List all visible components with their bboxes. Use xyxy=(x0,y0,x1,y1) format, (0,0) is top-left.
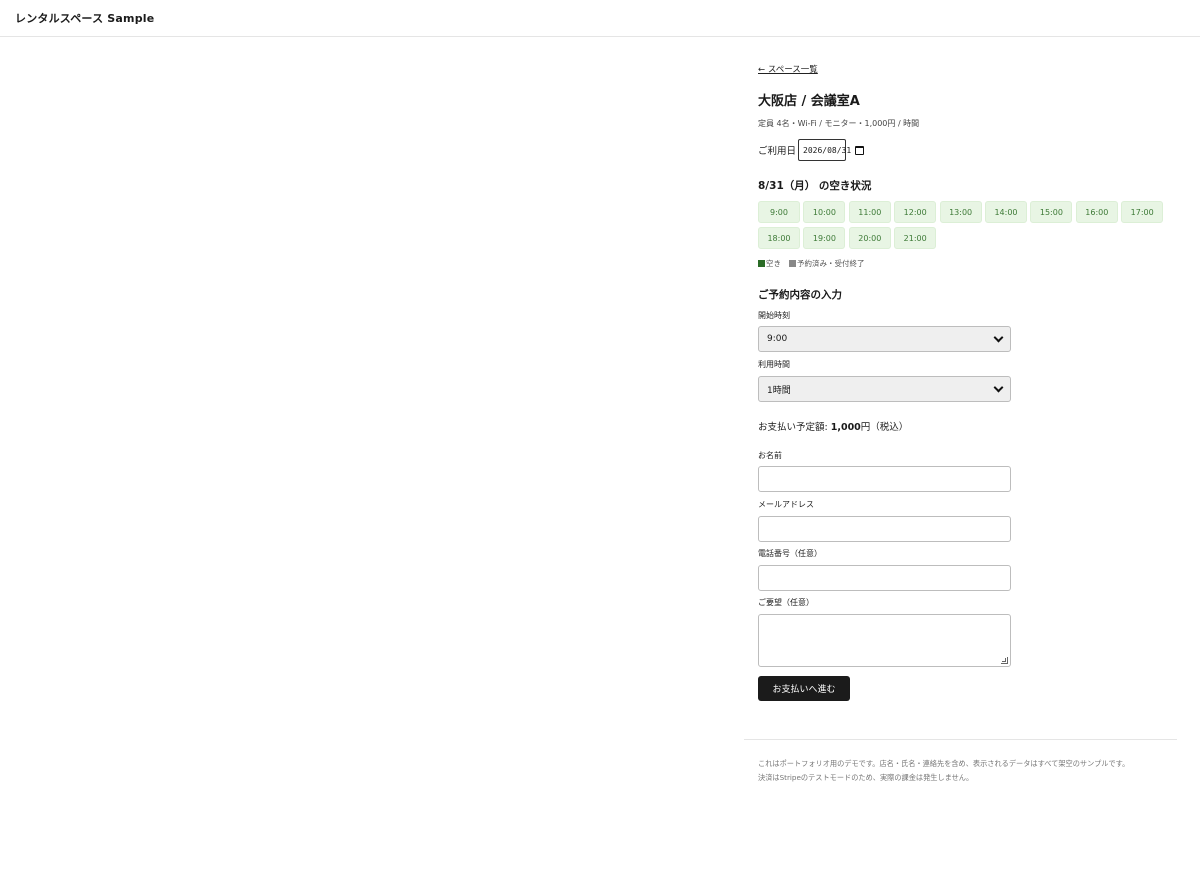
duration-select[interactable]: 1時間 xyxy=(758,376,1011,402)
page-title: 大阪店 / 会議室A xyxy=(758,94,860,109)
time-slot[interactable]: 18:00 xyxy=(758,227,800,249)
duration-label: 利用時間 xyxy=(758,360,790,369)
time-slot[interactable]: 21:00 xyxy=(894,227,937,249)
time-slot[interactable]: 20:00 xyxy=(848,227,891,249)
time-slot[interactable]: 11:00 xyxy=(848,201,891,223)
footer-divider xyxy=(744,739,1177,740)
time-slot[interactable]: 15:00 xyxy=(1030,201,1073,223)
time-slot[interactable]: 9:00 xyxy=(758,201,800,223)
date-label: ご利用日 xyxy=(758,146,797,157)
back-to-spaces-link[interactable]: ← スペース一覧 xyxy=(758,63,818,75)
legend-available-label: 空き xyxy=(766,259,781,268)
phone-label: 電話番号（任意） xyxy=(758,549,822,558)
phone-field[interactable] xyxy=(758,565,1011,591)
time-slot[interactable]: 13:00 xyxy=(939,201,982,223)
legend-booked-label: 予約済み・受付終了 xyxy=(797,259,865,268)
price-amount: 1,000 xyxy=(830,422,861,433)
available-swatch-icon xyxy=(758,260,765,267)
request-label: ご要望（任意） xyxy=(758,598,814,607)
footer-line-2: 決済はStripeのテストモードのため、実際の課金は発生しません。 xyxy=(758,773,974,782)
start-time-value: 9:00 xyxy=(767,334,788,344)
email-label: メールアドレス xyxy=(758,500,814,509)
date-value: 2026/08/31 xyxy=(803,145,852,155)
booked-swatch-icon xyxy=(789,260,796,267)
proceed-to-payment-button[interactable]: お支払いへ進む xyxy=(758,676,850,701)
time-slot[interactable]: 19:00 xyxy=(803,227,846,249)
calendar-icon[interactable] xyxy=(855,145,865,155)
chevron-down-icon xyxy=(993,332,1004,342)
time-slot[interactable]: 16:00 xyxy=(1075,201,1118,223)
duration-value: 1時間 xyxy=(767,385,791,396)
date-row: ご利用日 2026/08/31 xyxy=(758,139,865,161)
start-time-select[interactable]: 9:00 xyxy=(758,326,1011,352)
name-field[interactable] xyxy=(758,466,1011,492)
price-suffix: 円（税込） xyxy=(860,422,909,433)
footer-note: これはポートフォリオ用のデモです。店名・氏名・連絡先を含め、表示されるデータはす… xyxy=(758,757,1129,785)
name-label: お名前 xyxy=(758,451,782,460)
availability-legend: 空き 予約済み・受付終了 xyxy=(758,258,865,269)
date-input[interactable]: 2026/08/31 xyxy=(798,139,865,161)
footer-line-1: これはポートフォリオ用のデモです。店名・氏名・連絡先を含め、表示されるデータはす… xyxy=(758,759,1130,768)
email-field[interactable] xyxy=(758,516,1011,542)
form-title: ご予約内容の入力 xyxy=(758,289,842,301)
brand-title[interactable]: レンタルスペース Sample xyxy=(15,10,154,26)
time-slot[interactable]: 12:00 xyxy=(894,201,937,223)
top-bar: レンタルスペース Sample xyxy=(0,0,1200,37)
space-meta: 定員 4名・Wi-Fi / モニター・1,000円 / 時間 xyxy=(758,119,920,128)
time-slot[interactable]: 10:00 xyxy=(803,201,846,223)
time-slot[interactable]: 17:00 xyxy=(1121,201,1164,223)
availability-title: 8/31（月） の空き状況 xyxy=(758,180,872,192)
price-prefix: お支払い予定額: xyxy=(758,422,831,433)
time-slot[interactable]: 14:00 xyxy=(985,201,1027,223)
resize-handle-icon[interactable] xyxy=(1001,657,1008,664)
start-time-label: 開始時刻 xyxy=(758,311,790,320)
price-summary: お支払い予定額: 1,000円（税込） xyxy=(758,419,908,433)
request-textarea[interactable] xyxy=(758,614,1011,667)
chevron-down-icon xyxy=(993,382,1004,392)
